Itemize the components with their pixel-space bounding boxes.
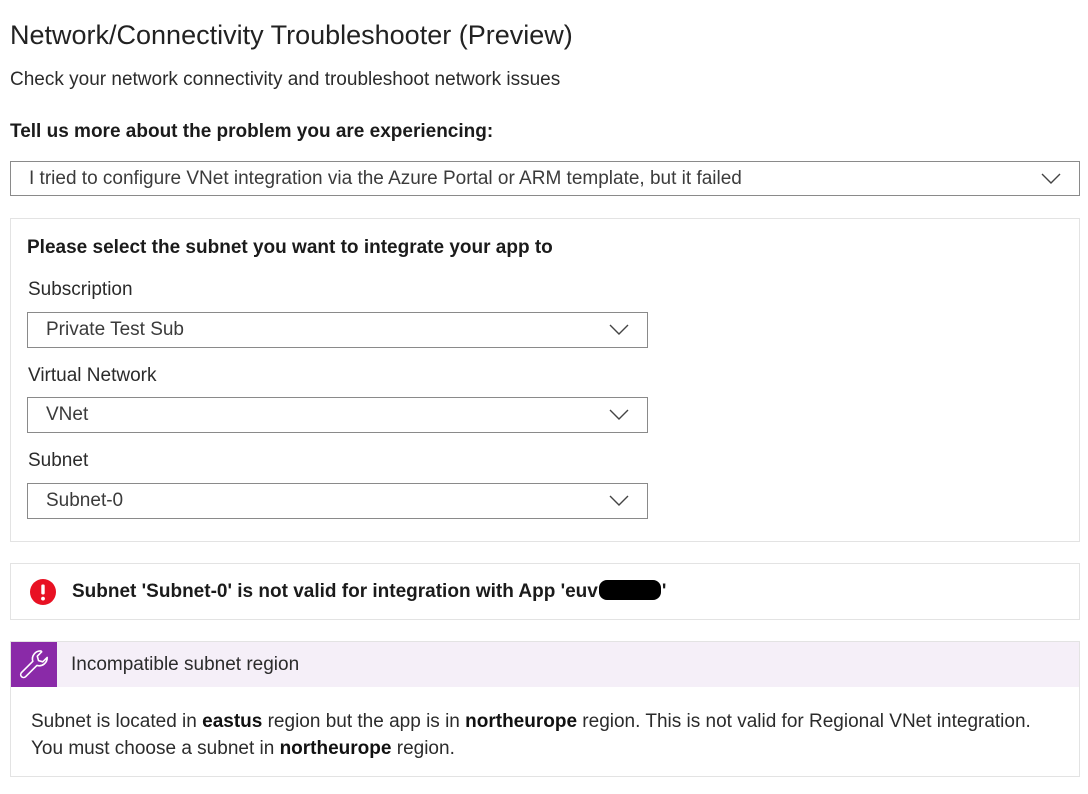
subnet-selection-panel: Please select the subnet you want to int… [10,218,1080,542]
subscription-value: Private Test Sub [46,319,185,340]
recommendation-card: Incompatible subnet region Subnet is loc… [10,641,1080,777]
subscription-label: Subscription [28,279,133,300]
subnet-panel-heading: Please select the subnet you want to int… [27,237,553,258]
recommendation-title: Incompatible subnet region [71,653,300,675]
problem-dropdown-value: I tried to configure VNet integration vi… [29,167,742,189]
validation-error-box: Subnet 'Subnet-0' is not valid for integ… [10,563,1080,620]
subnet-region: eastus [202,711,263,732]
redacted-app-name [598,580,661,600]
wrench-icon [11,642,57,687]
subscription-dropdown[interactable]: Private Test Sub [27,312,648,348]
description-text: region but the app is in [262,711,466,732]
validation-error-message: Subnet 'Subnet-0' is not valid for integ… [72,580,666,603]
page-subtitle: Check your network connectivity and trou… [10,69,561,90]
chevron-down-icon [609,324,629,336]
problem-question-label: Tell us more about the problem you are e… [10,121,494,142]
problem-dropdown[interactable]: I tried to configure VNet integration vi… [10,161,1080,196]
page-title: Network/Connectivity Troubleshooter (Pre… [10,20,573,50]
virtual-network-value: VNet [46,404,89,425]
error-text-end: ' [661,581,667,602]
chevron-down-icon [609,495,629,507]
recommendation-header: Incompatible subnet region [11,642,1079,687]
virtual-network-dropdown[interactable]: VNet [27,397,648,433]
virtual-network-label: Virtual Network [28,365,157,386]
error-text-start: Subnet 'Subnet-0' is not valid for integ… [72,581,598,602]
app-region: northeurope [465,711,578,732]
required-region: northeurope [279,738,392,759]
chevron-down-icon [1041,173,1061,185]
subnet-dropdown[interactable]: Subnet-0 [27,483,648,519]
subnet-value: Subnet-0 [46,490,124,511]
subnet-label: Subnet [28,450,89,471]
error-circle-icon [30,578,56,605]
chevron-down-icon [609,409,629,421]
description-text: region. [391,738,455,759]
recommendation-description: Subnet is located in eastus region but t… [11,687,1079,762]
description-text: Subnet is located in [31,711,203,732]
